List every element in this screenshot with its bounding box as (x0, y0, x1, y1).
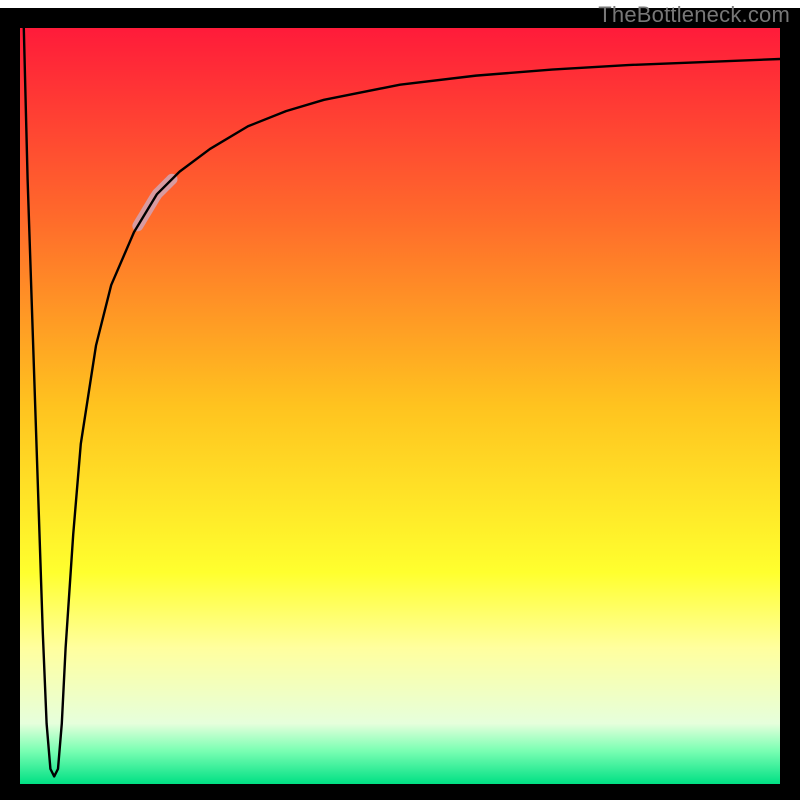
bottleneck-chart (0, 0, 800, 800)
chart-background (20, 28, 780, 784)
watermark-text: TheBottleneck.com (598, 2, 790, 28)
